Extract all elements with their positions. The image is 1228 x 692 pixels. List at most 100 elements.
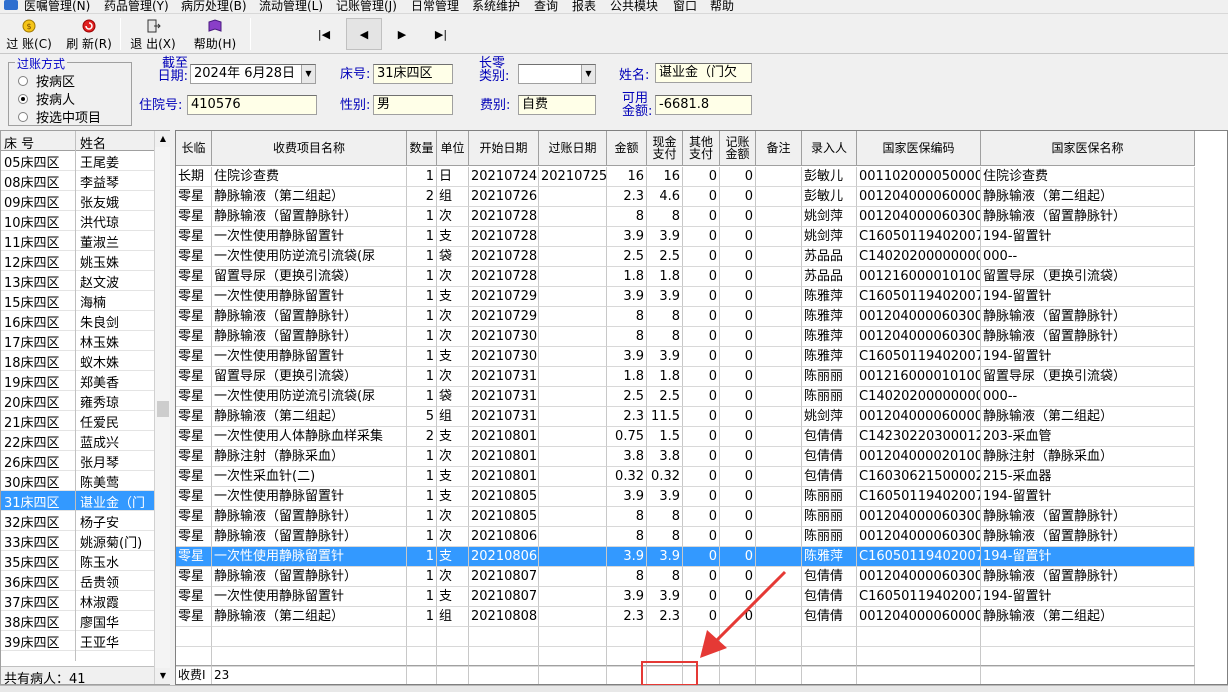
menu-item[interactable]: 窗口 <box>673 0 697 13</box>
table-row[interactable]: 零星 留置导尿（更换引流袋） 1 次 20210728 1.8 1.8 0 0 苏品品 001216… <box>176 267 1195 287</box>
menu-item[interactable]: 流动管理(L) <box>259 0 323 13</box>
patient-row[interactable]: 09床四区 张友娥 <box>1 191 154 211</box>
table-row[interactable]: 零星 一次性使用静脉留置针 1 支 20210728 3.9 3.9 0 0 姚剑萍 C160501… <box>176 227 1195 247</box>
patient-row[interactable]: 18床四区 蚁木姝 <box>1 351 154 371</box>
table-row[interactable]: 零星 静脉输液（第二组起） 1 组 20210808 2.3 2.3 0 0 包倩倩 0012040… <box>176 607 1195 627</box>
patient-row[interactable]: 37床四区 林淑霞 <box>1 591 154 611</box>
help-button[interactable]: 帮助(H) <box>190 16 240 52</box>
patient-row[interactable]: 10床四区 洪代琼 <box>1 211 154 231</box>
patient-row[interactable]: 19床四区 郑美香 <box>1 371 154 391</box>
table-row[interactable]: 零星 静脉输液（留置静脉针） 1 次 20210728 8 8 0 0 姚剑萍 0012040000… <box>176 207 1195 227</box>
table-row[interactable]: 零星 静脉输液（留置静脉针） 1 次 20210807 8 8 0 0 包倩倩 0012040000… <box>176 567 1195 587</box>
menu-item[interactable]: 药品管理(Y) <box>104 0 169 13</box>
table-row[interactable]: 长期 住院诊查费 1 日 20210724 20210725 16 16 0 0 彭敏儿 001102… <box>176 167 1195 187</box>
longterm-category-select[interactable]: ▼ <box>518 64 596 84</box>
gender-field[interactable]: 男 <box>373 95 453 115</box>
patient-row[interactable]: 39床四区 王亚华 <box>1 631 154 651</box>
table-row[interactable]: 零星 静脉输液（留置静脉针） 1 次 20210729 8 8 0 0 陈雅萍 0012040000… <box>176 307 1195 327</box>
table-row[interactable]: 零星 一次性使用静脉留置针 1 支 20210805 3.9 3.9 0 0 陈丽丽 C160501… <box>176 487 1195 507</box>
menu-item[interactable]: 记账管理(J) <box>336 0 397 13</box>
patient-row[interactable]: 16床四区 朱良剑 <box>1 311 154 331</box>
table-row[interactable]: 零星 静脉输液（留置静脉针） 1 次 20210806 8 8 0 0 陈丽丽 0012040000… <box>176 527 1195 547</box>
patient-row[interactable]: 12床四区 姚玉姝 <box>1 251 154 271</box>
bed-field[interactable]: 31床四区 <box>373 64 453 84</box>
prev-record-button[interactable]: ◀ <box>346 18 382 50</box>
patient-row[interactable]: 15床四区 海楠 <box>1 291 154 311</box>
menu-item[interactable]: 医嘱管理(N) <box>24 0 90 13</box>
table-row[interactable]: 零星 静脉输液（第二组起） 2 组 20210726 2.3 4.6 0 0 彭敏儿 0012040… <box>176 187 1195 207</box>
table-row[interactable]: 零星 一次性使用静脉留置针 1 支 20210807 3.9 3.9 0 0 包倩倩 C160501… <box>176 587 1195 607</box>
column-header-unit[interactable]: 单位 <box>437 131 469 166</box>
exit-button[interactable]: 退 出(X) <box>126 16 180 52</box>
chevron-down-icon[interactable]: ▼ <box>581 65 595 83</box>
column-header-item-name[interactable]: 收费项目名称 <box>212 131 407 166</box>
patient-row[interactable]: 32床四区 杨子安 <box>1 511 154 531</box>
table-row[interactable]: 零星 静脉输液（留置静脉针） 1 次 20210730 8 8 0 0 陈雅萍 0012040000… <box>176 327 1195 347</box>
patient-row[interactable]: 22床四区 蓝成兴 <box>1 431 154 451</box>
post-button[interactable]: $ 过 账(C) <box>4 16 54 52</box>
patient-row[interactable]: 38床四区 廖国华 <box>1 611 154 631</box>
table-row[interactable]: 零星 一次性使用防逆流引流袋(尿 1 袋 20210728 2.5 2.5 0 0 苏品品 C140… <box>176 247 1195 267</box>
patient-row[interactable]: 17床四区 林玉姝 <box>1 331 154 351</box>
table-row[interactable]: 零星 静脉输液（留置静脉针） 1 次 20210805 8 8 0 0 陈丽丽 0012040000… <box>176 507 1195 527</box>
column-header-other-pay[interactable]: 其他支付 <box>683 131 720 166</box>
patient-row[interactable]: 13床四区 赵文波 <box>1 271 154 291</box>
column-header-cash-pay[interactable]: 现金支付 <box>647 131 683 166</box>
column-header-remark[interactable]: 备注 <box>756 131 802 166</box>
patient-row[interactable]: 33床四区 姚源菊(门) <box>1 531 154 551</box>
column-header-name[interactable]: 姓名 <box>80 133 106 152</box>
column-header-charge-amount[interactable]: 记账金额 <box>720 131 756 166</box>
column-header-insurance-code[interactable]: 国家医保编码 <box>857 131 981 166</box>
patient-row[interactable]: 30床四区 陈美莺 <box>1 471 154 491</box>
menu-item[interactable]: 报表 <box>572 0 596 13</box>
column-header-entered-by[interactable]: 录入人 <box>802 131 857 166</box>
patient-row[interactable]: 05床四区 王尾姜 <box>1 151 154 171</box>
column-header-type[interactable]: 长临 <box>176 131 212 166</box>
patient-list-scrollbar[interactable]: ▲ ▼ <box>154 131 171 684</box>
table-row[interactable]: 零星 一次性使用静脉留置针 1 支 20210806 3.9 3.9 0 0 陈雅萍 C160501… <box>176 547 1195 567</box>
next-record-button[interactable]: ▶ <box>384 18 420 50</box>
patient-row[interactable]: 26床四区 张月琴 <box>1 451 154 471</box>
menu-item[interactable]: 帮助 <box>710 0 734 13</box>
menu-item[interactable]: 公共模块 <box>610 0 658 13</box>
column-header-start-date[interactable]: 开始日期 <box>469 131 539 166</box>
table-row[interactable]: 零星 一次性采血针(二) 1 支 20210801 0.32 0.32 0 0 包倩倩 C16030… <box>176 467 1195 487</box>
patient-row[interactable]: 21床四区 任爱民 <box>1 411 154 431</box>
cutoff-date-picker[interactable]: 2024年 6月28日 ▼ <box>190 64 316 84</box>
first-record-button[interactable]: |◀ <box>306 18 342 50</box>
refresh-button[interactable]: 刷 新(R) <box>64 16 114 52</box>
column-header-insurance-name[interactable]: 国家医保名称 <box>981 131 1195 166</box>
menu-item[interactable]: 系统维护 <box>472 0 520 13</box>
patient-row[interactable]: 31床四区 谌业金（门 <box>1 491 154 511</box>
table-row[interactable]: 零星 一次性使用静脉留置针 1 支 20210729 3.9 3.9 0 0 陈雅萍 C160501… <box>176 287 1195 307</box>
scroll-up-icon[interactable]: ▲ <box>155 131 171 147</box>
menu-item[interactable]: 查询 <box>534 0 558 13</box>
patient-row[interactable]: 35床四区 陈玉水 <box>1 551 154 571</box>
inpatient-no-field[interactable]: 410576 <box>187 95 317 115</box>
radio-by-patient[interactable]: 按病人 <box>18 89 75 108</box>
patient-row[interactable]: 20床四区 雍秀琼 <box>1 391 154 411</box>
fee-type-field[interactable]: 自费 <box>518 95 596 115</box>
patient-row[interactable]: 11床四区 董淑兰 <box>1 231 154 251</box>
name-field[interactable]: 谌业金（门欠 <box>655 63 752 83</box>
scroll-thumb[interactable] <box>157 401 169 417</box>
scroll-down-icon[interactable]: ▼ <box>155 668 171 684</box>
column-header-bed[interactable]: 床 号 <box>4 133 34 152</box>
table-row[interactable]: 零星 留置导尿（更换引流袋） 1 次 20210731 1.8 1.8 0 0 陈丽丽 001216… <box>176 367 1195 387</box>
menu-item[interactable]: 日常管理 <box>411 0 459 13</box>
table-row[interactable]: 零星 静脉输液（第二组起） 5 组 20210731 2.3 11.5 0 0 姚剑萍 001204… <box>176 407 1195 427</box>
column-header-qty[interactable]: 数量 <box>407 131 437 166</box>
column-header-post-date[interactable]: 过账日期 <box>539 131 607 166</box>
patient-row[interactable]: 08床四区 李益琴 <box>1 171 154 191</box>
column-header-amount[interactable]: 金额 <box>607 131 647 166</box>
last-record-button[interactable]: ▶| <box>423 18 459 50</box>
available-amount-field[interactable]: -6681.8 <box>655 95 752 115</box>
radio-by-ward[interactable]: 按病区 <box>18 71 75 90</box>
radio-by-selected[interactable]: 按选中项目 <box>18 107 101 126</box>
patient-row[interactable]: 36床四区 岳贵领 <box>1 571 154 591</box>
menu-item[interactable]: 病历处理(B) <box>181 0 247 13</box>
table-row[interactable]: 零星 一次性使用静脉留置针 1 支 20210730 3.9 3.9 0 0 陈雅萍 C160501… <box>176 347 1195 367</box>
table-row[interactable]: 零星 静脉注射（静脉采血） 1 次 20210801 3.8 3.8 0 0 包倩倩 0012040… <box>176 447 1195 467</box>
chevron-down-icon[interactable]: ▼ <box>301 65 315 83</box>
table-row[interactable]: 零星 一次性使用人体静脉血样采集 2 支 20210801 0.75 1.5 0 0 包倩倩 C14… <box>176 427 1195 447</box>
